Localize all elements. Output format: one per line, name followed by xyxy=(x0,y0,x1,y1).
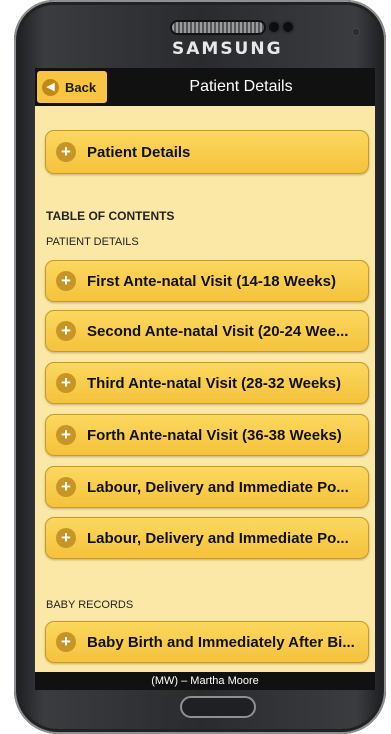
home-button[interactable] xyxy=(180,696,256,718)
item-label: Labour, Delivery and Immediate Po... xyxy=(87,529,349,547)
item-label: Baby Birth and Immediately After Bi... xyxy=(87,633,355,651)
app-bar: ◀ Back Patient Details xyxy=(35,68,375,106)
patient-details-button[interactable]: + Patient Details xyxy=(45,130,369,174)
back-button[interactable]: ◀ Back xyxy=(37,71,107,103)
section-label-baby: BABY RECORDS xyxy=(46,599,134,611)
front-camera xyxy=(269,22,279,32)
light-sensor xyxy=(353,29,359,35)
list-item[interactable]: + Labour, Delivery and Immediate Po... xyxy=(45,466,369,508)
back-label: Back xyxy=(65,79,97,95)
item-label: First Ante-natal Visit (14-18 Weeks) xyxy=(87,272,336,290)
plus-icon: + xyxy=(56,477,76,497)
list-item[interactable]: + First Ante-natal Visit (14-18 Weeks) xyxy=(45,260,369,302)
item-label: Third Ante-natal Visit (28-32 Weeks) xyxy=(87,374,341,392)
list-item[interactable]: + Baby Birth and Immediately After Bi... xyxy=(45,621,369,663)
plus-icon: + xyxy=(56,271,76,291)
plus-icon: + xyxy=(56,632,76,652)
toc-heading: TABLE OF CONTENTS xyxy=(46,209,175,223)
item-label: Labour, Delivery and Immediate Po... xyxy=(87,478,349,496)
brand-logo: SAMSUNG xyxy=(172,39,283,59)
plus-icon: + xyxy=(56,142,76,162)
button-label: Patient Details xyxy=(87,143,191,161)
section-label-patient: PATIENT DETAILS xyxy=(46,236,139,248)
plus-icon: + xyxy=(56,373,76,393)
list-item[interactable]: + Second Ante-natal Visit (20-24 Wee... xyxy=(45,310,369,352)
speaker-grille xyxy=(172,22,264,33)
app-screen: ◀ Back Patient Details + Patient Details… xyxy=(35,68,375,690)
user-footer: (MW) – Martha Moore xyxy=(35,672,375,690)
list-item[interactable]: + Forth Ante-natal Visit (36-38 Weeks) xyxy=(45,414,369,456)
page-title: Patient Details xyxy=(189,78,293,95)
plus-icon: + xyxy=(56,425,76,445)
proximity-sensor xyxy=(283,22,293,32)
list-item[interactable]: + Labour, Delivery and Immediate Po... xyxy=(45,517,369,559)
plus-icon: + xyxy=(56,528,76,548)
item-label: Forth Ante-natal Visit (36-38 Weeks) xyxy=(87,426,342,444)
plus-icon: + xyxy=(56,321,76,341)
item-label: Second Ante-natal Visit (20-24 Wee... xyxy=(87,322,349,340)
list-item[interactable]: + Third Ante-natal Visit (28-32 Weeks) xyxy=(45,362,369,404)
arrow-left-icon: ◀ xyxy=(42,78,59,96)
